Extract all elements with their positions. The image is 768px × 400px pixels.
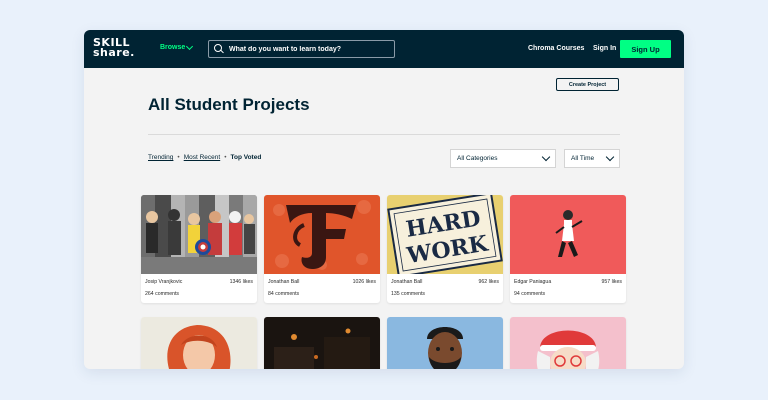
hard-work-lettering-illustration: HARD WORK (387, 195, 503, 274)
search-bar[interactable] (208, 40, 395, 58)
create-project-button[interactable]: Create Project (556, 78, 619, 91)
category-select[interactable]: All Categories (450, 149, 556, 168)
time-select-value: All Time (571, 155, 595, 162)
section-divider (148, 134, 620, 135)
lettering-f-illustration (264, 195, 380, 274)
project-meta: Jonathan Ball 1026 likes 84 comments (264, 274, 380, 303)
filter-most-recent[interactable]: Most Recent (184, 154, 221, 161)
redhead-portrait-illustration (141, 317, 257, 369)
project-card[interactable]: Edgar Paniagua 957 likes 94 comments (510, 195, 626, 303)
filter-top-voted[interactable]: Top Voted (230, 154, 261, 161)
browser-window: SKILL share. Browse Chroma Courses Sign … (84, 30, 684, 369)
category-select-value: All Categories (457, 155, 498, 162)
project-author[interactable]: Jonathan Ball (268, 279, 299, 285)
project-likes: 962 likes (478, 279, 499, 285)
project-thumbnail: HARD WORK (387, 195, 503, 274)
search-input[interactable] (225, 45, 394, 53)
project-card[interactable] (387, 317, 503, 369)
chevron-down-icon (541, 152, 551, 162)
bearded-man-illustration (387, 317, 503, 369)
sign-up-button[interactable]: Sign Up (620, 40, 671, 58)
project-card[interactable] (264, 317, 380, 369)
project-likes: 1026 likes (352, 279, 376, 285)
filter-separator: • (224, 154, 227, 161)
project-meta: Jonathan Ball 962 likes 135 comments (387, 274, 503, 303)
project-author[interactable]: Jonathan Ball (391, 279, 422, 285)
sign-in-link[interactable]: Sign In (593, 45, 616, 52)
page-title: All Student Projects (148, 95, 310, 114)
project-card[interactable] (141, 317, 257, 369)
santa-hat-girl-illustration (510, 317, 626, 369)
chevron-down-icon (186, 42, 194, 50)
chroma-courses-link[interactable]: Chroma Courses (528, 45, 584, 52)
browse-label: Browse (160, 44, 186, 51)
top-navbar: SKILL share. Browse Chroma Courses Sign … (84, 30, 684, 68)
project-comments: 84 comments (268, 291, 300, 297)
project-comments: 135 comments (391, 291, 426, 297)
project-thumbnail (264, 195, 380, 274)
browse-menu[interactable]: Browse (160, 42, 194, 51)
dancer-illustration (510, 195, 626, 274)
project-likes: 957 likes (601, 279, 622, 285)
project-thumbnail (510, 195, 626, 274)
project-comments: 264 comments (145, 291, 180, 297)
filter-trending[interactable]: Trending (148, 154, 173, 161)
project-thumbnail (141, 317, 257, 369)
skillshare-logo[interactable]: SKILL share. (93, 37, 137, 59)
project-thumbnail (264, 317, 380, 369)
logo-line-2: share. (93, 46, 135, 59)
project-card[interactable]: Jonathan Ball 1026 likes 84 comments (264, 195, 380, 303)
project-author[interactable]: Josip Vranjkovic (145, 279, 182, 285)
project-meta: Josip Vranjkovic 1346 likes 264 comments (141, 274, 257, 303)
dark-dungeon-illustration (264, 317, 380, 369)
filter-separator: • (177, 154, 180, 161)
project-likes: 1346 likes (229, 279, 253, 285)
superhero-illustration (141, 195, 257, 274)
sort-filters: Trending • Most Recent • Top Voted (148, 154, 261, 161)
search-icon (214, 43, 225, 55)
project-card[interactable]: Josip Vranjkovic 1346 likes 264 comments (141, 195, 257, 303)
project-comments: 94 comments (514, 291, 546, 297)
project-meta: Edgar Paniagua 957 likes 94 comments (510, 274, 626, 303)
project-author[interactable]: Edgar Paniagua (514, 279, 551, 285)
project-card[interactable]: HARD WORK Jonathan Ball 962 likes 135 co… (387, 195, 503, 303)
project-thumbnail (141, 195, 257, 274)
project-thumbnail (387, 317, 503, 369)
project-thumbnail (510, 317, 626, 369)
chevron-down-icon (605, 152, 615, 162)
project-card[interactable] (510, 317, 626, 369)
time-select[interactable]: All Time (564, 149, 620, 168)
